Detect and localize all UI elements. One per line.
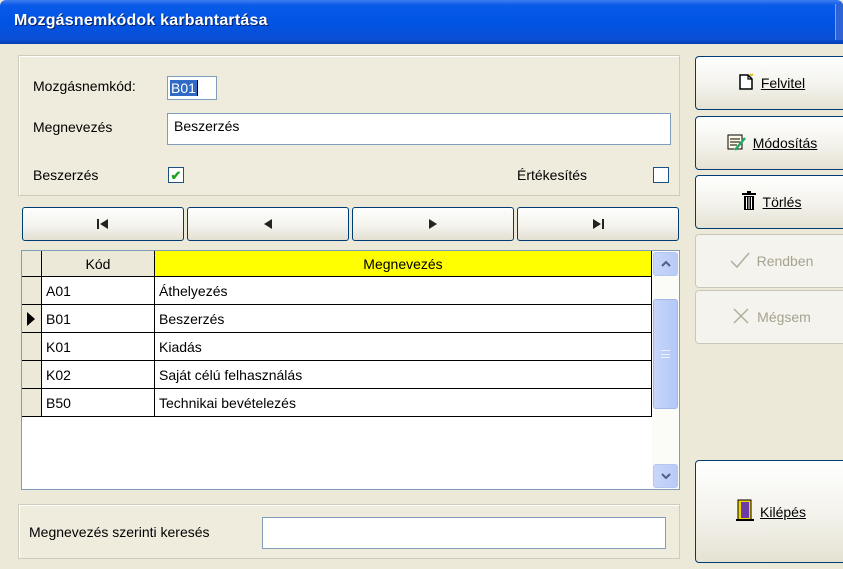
cell-code[interactable]: B50 [42,389,155,417]
search-input[interactable] [262,517,666,549]
exit-door-icon [736,499,755,524]
purchase-label: Beszerzés [33,167,99,183]
checkmark-icon: ✔ [170,167,182,183]
column-header-code[interactable]: Kód [42,251,155,277]
grid-corner [22,251,42,277]
new-button-label: Felvitel [760,75,806,91]
search-label: Megnevezés szerinti keresés [29,524,210,540]
cell-name[interactable]: Beszerzés [155,305,652,333]
modify-button[interactable]: Módosítás [695,116,843,170]
ok-button-label: Rendben [756,253,814,269]
sales-label: Értékesítés [517,167,588,183]
sales-checkbox[interactable] [653,167,669,183]
nav-first-button[interactable] [22,207,184,241]
name-label: Megnevezés [33,119,113,135]
code-input[interactable]: B01 [167,76,217,100]
chevron-down-icon [660,473,671,479]
code-input-value: B01 [170,80,197,96]
next-record-icon [429,219,437,229]
row-indicator [22,389,42,417]
table-row[interactable]: K02 Saját célú felhasználás [22,361,652,389]
scroll-up-button[interactable] [653,252,678,276]
first-record-icon [97,219,108,229]
table-row[interactable]: K01 Kiadás [22,333,652,361]
purchase-checkbox[interactable]: ✔ [168,167,184,183]
cancel-button-label: Mégsem [757,309,811,325]
name-input-value: Beszerzés [174,118,240,134]
row-indicator [22,361,42,389]
nav-prev-button[interactable] [187,207,349,241]
grid-vertical-scrollbar[interactable] [652,251,679,489]
current-row-arrow-icon [27,312,35,326]
title-bar: Mozgásnemkódok karbantartása [0,0,843,44]
x-icon [731,307,751,328]
cell-name[interactable]: Saját célú felhasználás [155,361,652,389]
modify-button-label: Módosítás [752,135,818,151]
cell-code[interactable]: K01 [42,333,155,361]
cancel-button[interactable]: Mégsem [695,290,843,344]
row-indicator [22,305,42,333]
new-document-icon [737,72,755,94]
nav-last-button[interactable] [517,207,679,241]
trash-icon [741,190,757,214]
column-header-name[interactable]: Megnevezés [155,251,652,277]
prev-record-icon [264,219,272,229]
title-bar-edge-button[interactable] [835,4,843,40]
delete-button-label: Törlés [762,194,802,210]
table-row[interactable]: B01 Beszerzés [22,305,652,333]
check-icon [729,251,751,272]
window-title: Mozgásnemkódok karbantartása [14,12,268,29]
chevron-up-icon [660,261,671,267]
cell-name[interactable]: Áthelyezés [155,277,652,305]
name-input[interactable]: Beszerzés [167,113,671,145]
delete-button[interactable]: Törlés [695,175,843,229]
scroll-down-button[interactable] [653,464,678,488]
table-row[interactable]: B50 Technikai bevételezés [22,389,652,417]
search-panel: Megnevezés szerinti keresés [18,504,680,559]
ok-button[interactable]: Rendben [695,234,843,288]
records-grid: Kód Megnevezés A01 Áthelyezés B01 Beszer… [21,250,680,490]
table-row[interactable]: A01 Áthelyezés [22,277,652,305]
exit-button-label: Kilépés [760,503,806,520]
new-button[interactable]: Felvitel [695,56,843,110]
cell-name[interactable]: Kiadás [155,333,652,361]
edit-panel: Mozgásnemkód: B01 Megnevezés Beszerzés B… [18,55,680,196]
last-record-icon [593,219,604,229]
cell-name[interactable]: Technikai bevételezés [155,389,652,417]
row-indicator [22,333,42,361]
window-client: Mozgásnemkód: B01 Megnevezés Beszerzés B… [4,44,843,565]
code-label: Mozgásnemkód: [33,78,136,94]
scroll-thumb[interactable] [653,299,678,409]
row-indicator [22,277,42,305]
cell-code[interactable]: A01 [42,277,155,305]
edit-document-icon [725,132,747,155]
nav-next-button[interactable] [352,207,514,241]
cell-code[interactable]: K02 [42,361,155,389]
cell-code[interactable]: B01 [42,305,155,333]
exit-button[interactable]: Kilépés [695,460,843,563]
